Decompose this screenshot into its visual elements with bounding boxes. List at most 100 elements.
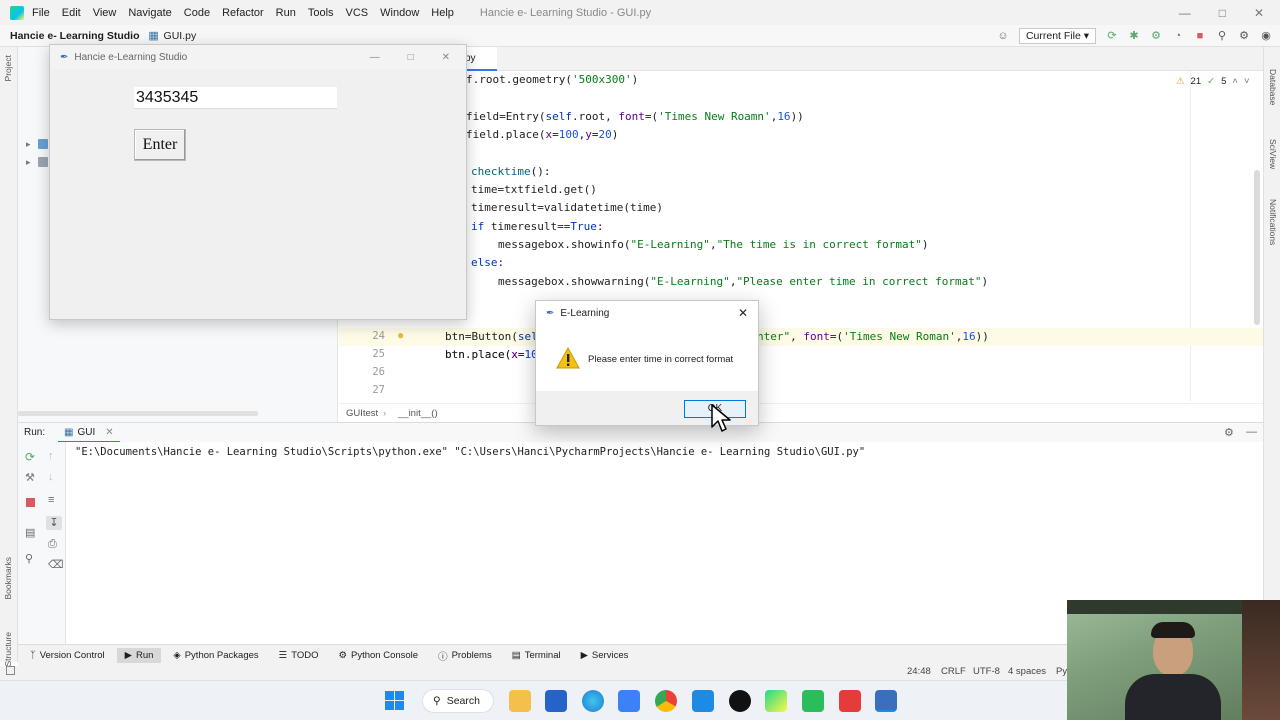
menu-tools[interactable]: Tools [308,7,334,19]
user-icon[interactable]: ☺ [997,30,1009,42]
close-icon[interactable]: ✕ [442,52,450,63]
lightbulb-icon[interactable]: ● [397,328,404,342]
search-icon: ⚲ [433,695,441,707]
tool-run[interactable]: ▶ Run [116,648,162,663]
breadcrumb-file-label: GUI.py [163,29,197,42]
enter-button[interactable]: Enter [134,129,186,161]
menu-vcs[interactable]: VCS [346,7,369,19]
project-tool-label[interactable]: Project [3,55,13,81]
right-tool-strip: Database SciView Notifications [1263,47,1280,662]
coverage-icon[interactable]: ⚙ [1150,30,1162,42]
minimize-icon[interactable]: — [1179,6,1191,20]
menu-code[interactable]: Code [184,7,210,19]
scroll-to-end-icon[interactable]: ↧ [46,516,62,530]
settings-icon[interactable]: ⚙ [1238,30,1250,42]
expand-arrow-icon[interactable]: ▸ [26,139,31,150]
layout-toggle-icon[interactable] [6,666,15,675]
wrench-icon[interactable]: ⚒ [25,471,35,484]
trash-icon[interactable]: ⌫ [48,558,64,571]
sciview-tool-label[interactable]: SciView [1268,139,1278,169]
maximize-icon[interactable]: □ [408,52,414,63]
close-icon[interactable]: ✕ [738,306,748,320]
pycharm-logo-icon [10,5,24,20]
edge-icon[interactable] [582,690,604,712]
tool-python-console[interactable]: ⚙ Python Console [330,648,426,663]
time-entry-field[interactable]: 3435345 [134,87,337,109]
tool-version-control[interactable]: ᛉ Version Control [22,648,113,663]
ide-red-icon[interactable] [839,690,861,712]
pin-icon[interactable]: ⚲ [25,552,33,565]
soft-wrap-icon[interactable]: ≡ [48,494,54,506]
notifications-tool-label[interactable]: Notifications [1268,199,1278,245]
taskbar-search[interactable]: ⚲ Search [422,689,494,713]
file-encoding[interactable]: UTF-8 [973,666,1000,677]
store-icon[interactable] [545,690,567,712]
vscode-icon[interactable] [692,690,714,712]
breadcrumb-file[interactable]: ▦ GUI.py [148,29,197,42]
rerun-icon[interactable]: ⟳ [1106,30,1118,42]
settings-icon[interactable]: ⚙ [1224,426,1234,439]
stop-icon[interactable]: ■ [1194,30,1206,42]
database-tool-label[interactable]: Database [1268,69,1278,105]
tk-window-titlebar[interactable]: ✒ Hancie e-Learning Studio — □ ✕ [50,45,466,69]
app-icon[interactable] [729,690,751,712]
search-icon[interactable]: ⚲ [1216,30,1228,42]
print-icon[interactable]: ⎙ [48,538,57,551]
chrome-icon[interactable] [655,690,677,712]
stop-icon[interactable] [26,498,35,507]
menu-run[interactable]: Run [276,7,296,19]
menu-help[interactable]: Help [431,7,454,19]
debug-icon[interactable]: ✱ [1128,30,1140,42]
breadcrumb-class[interactable]: GUItest [346,408,378,419]
notepad-icon[interactable] [618,690,640,712]
close-icon[interactable]: ✕ [1254,6,1264,20]
code-line: timeresult=validatetime(time) [471,201,664,214]
code-line: checktime(): [471,165,551,178]
tool-services[interactable]: ▶ Services [573,648,637,663]
up-arrow-icon[interactable]: ↑ [48,450,54,462]
breadcrumb-method[interactable]: __init__() [398,408,438,419]
breadcrumb-project[interactable]: Hancie e- Learning Studio [10,30,140,42]
bookmarks-tool-label[interactable]: Bookmarks [3,557,13,600]
down-arrow-icon[interactable]: ↓ [48,471,54,483]
line-separator[interactable]: CRLF [941,666,966,677]
menu-edit[interactable]: Edit [62,7,81,19]
profile-icon[interactable]: ◔ [1172,30,1184,42]
play-icon: ▶ [124,650,132,661]
expand-arrow-icon[interactable]: ▸ [26,157,31,168]
run-config-label: Current File [1025,29,1081,42]
list-icon: ☰ [278,650,288,661]
close-tab-icon[interactable]: ✕ [105,427,113,438]
run-config-select[interactable]: Current File ▾ [1018,27,1096,44]
menu-window[interactable]: Window [380,7,419,19]
tool-terminal[interactable]: ▤ Terminal [504,648,569,663]
tool-python-packages[interactable]: ◈ Python Packages [165,648,266,663]
python-window-icon[interactable] [875,690,897,712]
ide-icon[interactable] [802,690,824,712]
layout-icon[interactable]: ▤ [25,526,35,539]
menu-file[interactable]: File [32,7,50,19]
menu-view[interactable]: View [93,7,117,19]
minimize-icon[interactable]: — [370,52,380,63]
caret-position[interactable]: 24:48 [907,666,931,677]
left-tool-strip: Project Bookmarks Structure [0,47,18,667]
rerun-icon[interactable]: ⟳ [25,450,35,464]
tool-problems[interactable]: ⓘ Problems [430,647,500,665]
run-tab-gui[interactable]: ▦ GUI ✕ [58,423,120,443]
interpreter[interactable]: Py [1056,666,1067,677]
message-box-titlebar[interactable]: ✒ E-Learning ✕ [536,301,758,325]
webcam-overlay [1067,600,1280,720]
maximize-icon[interactable]: □ [1219,6,1226,20]
menu-navigate[interactable]: Navigate [128,7,171,19]
pycharm-icon[interactable] [765,690,787,712]
horizontal-scrollbar[interactable] [18,411,258,416]
code-line: messagebox.showwarning("E-Learning","Ple… [498,275,989,288]
tool-todo[interactable]: ☰ TODO [271,648,327,663]
menu-bar: File Edit View Navigate Code Refactor Ru… [0,0,1280,25]
file-explorer-icon[interactable] [509,690,531,712]
structure-tool-label[interactable]: Structure [3,632,13,667]
menu-refactor[interactable]: Refactor [222,7,264,19]
minimize-panel-icon[interactable]: — [1246,426,1257,438]
indent-setting[interactable]: 4 spaces [1008,666,1046,677]
windows-start-icon[interactable] [385,691,404,710]
